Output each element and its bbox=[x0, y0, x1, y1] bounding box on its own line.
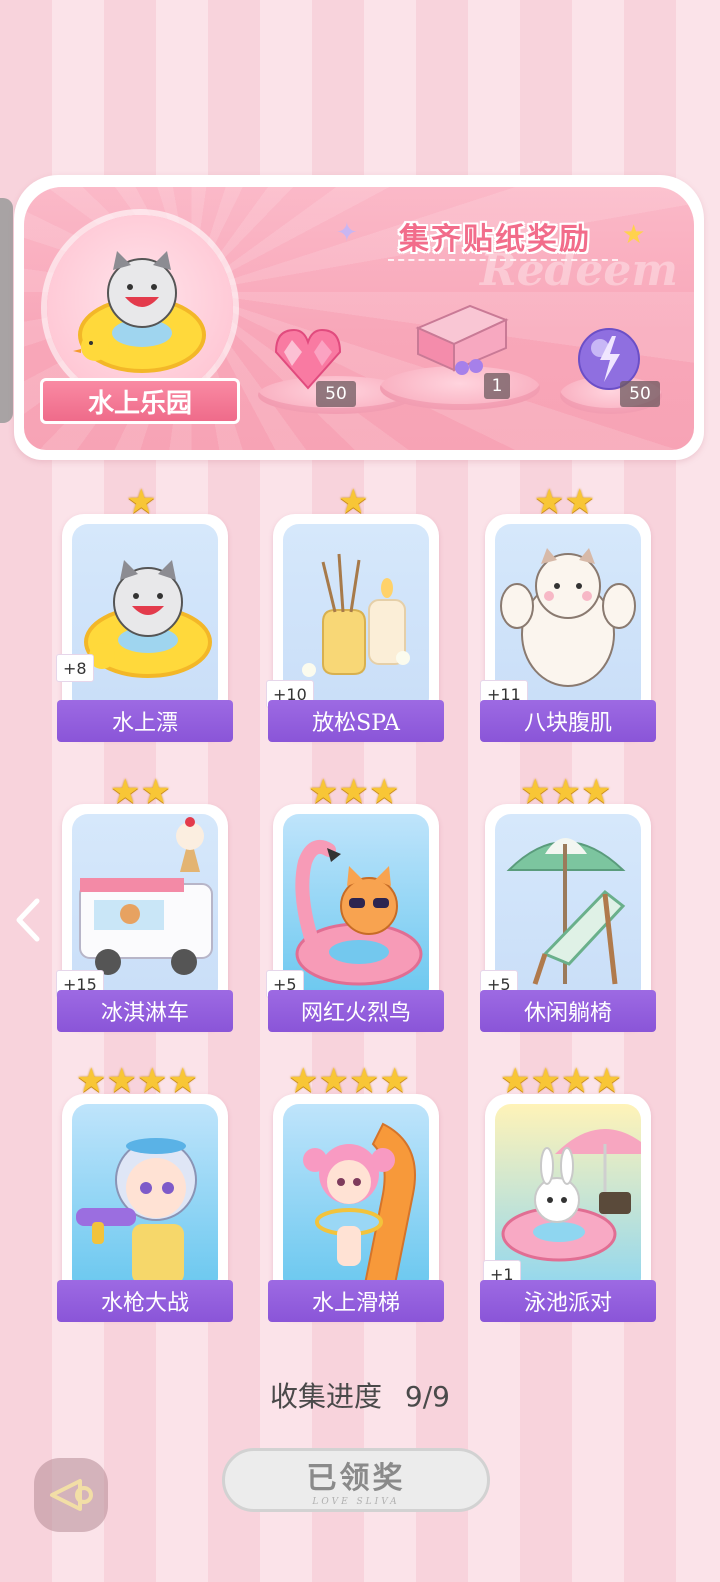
sticker-name: 网红火烈鸟 bbox=[268, 990, 444, 1032]
sticker-art bbox=[72, 1104, 218, 1294]
sticker-art bbox=[283, 1104, 429, 1294]
side-drawer-handle[interactable] bbox=[0, 198, 13, 423]
sticker-name: 八块腹肌 bbox=[480, 700, 656, 742]
sparkle-icon: ✦ bbox=[336, 218, 358, 248]
album-badge bbox=[47, 215, 233, 401]
star-icon: ★ bbox=[560, 1061, 592, 1101]
star-icon: ★ bbox=[591, 1061, 622, 1101]
sticker-name: 水上漂 bbox=[57, 700, 233, 742]
card-stars: ★ ★ ★ ★ bbox=[288, 1064, 410, 1098]
star-icon: ★ bbox=[167, 1061, 198, 1101]
water-slide-girl-icon bbox=[303, 1122, 416, 1294]
reward-count: 1 bbox=[484, 373, 510, 399]
star-icon: ★ bbox=[348, 1061, 380, 1101]
sticker-name: 泳池派对 bbox=[480, 1280, 656, 1322]
sticker-name: 放松SPA bbox=[268, 700, 444, 742]
back-button[interactable] bbox=[34, 1458, 108, 1532]
star-icon: ★ bbox=[288, 1061, 319, 1101]
back-arrow-icon bbox=[50, 1479, 93, 1511]
star-icon: ★ bbox=[106, 1061, 137, 1101]
sticker-art bbox=[283, 814, 429, 1004]
title-divider bbox=[388, 259, 618, 261]
claimed-button-subtitle: LOVE SLIVA bbox=[312, 1497, 400, 1507]
star-icon: ★ bbox=[500, 1061, 531, 1101]
reward-count: 50 bbox=[316, 381, 356, 407]
sticker-name: 水枪大战 bbox=[57, 1280, 233, 1322]
flamingo-float-icon bbox=[295, 840, 423, 986]
reward-count: 50 bbox=[620, 381, 660, 407]
sticker-name: 水上滑梯 bbox=[268, 1280, 444, 1322]
star-icon: ★ bbox=[318, 1061, 349, 1101]
progress-label: 收集进度 bbox=[270, 1380, 383, 1413]
water-gun-boy-icon bbox=[76, 1138, 197, 1284]
cat-swim-ring-icon bbox=[73, 251, 206, 373]
sticker-name: 冰淇淋车 bbox=[57, 990, 233, 1032]
previous-page-arrow[interactable] bbox=[8, 895, 48, 945]
star-icon: ★ bbox=[76, 1061, 107, 1101]
collection-progress: 收集进度 9/9 bbox=[0, 1375, 720, 1415]
album-name-label: 水上乐园 bbox=[40, 378, 240, 424]
star-icon: ★ bbox=[136, 1061, 168, 1101]
cat-swim-ring-icon bbox=[84, 560, 212, 678]
chevron-left-icon bbox=[16, 898, 40, 942]
reward-title: 集齐贴纸奖励 bbox=[399, 222, 591, 257]
star-icon: ★ bbox=[530, 1061, 561, 1101]
star-icon: ★ bbox=[379, 1061, 410, 1101]
claimed-button-label: 已领奖 bbox=[306, 1461, 406, 1496]
progress-value: 9/9 bbox=[404, 1380, 450, 1413]
card-stars: ★ ★ ★ ★ bbox=[500, 1064, 622, 1098]
gift-box-icon bbox=[415, 304, 509, 375]
claimed-button[interactable]: 已领奖 LOVE SLIVA bbox=[222, 1448, 490, 1512]
sticker-name: 休闲躺椅 bbox=[480, 990, 656, 1032]
card-stars: ★ ★ ★ ★ bbox=[76, 1064, 198, 1098]
sticker-art bbox=[72, 524, 218, 714]
bonus-tag: +8 bbox=[56, 654, 94, 682]
